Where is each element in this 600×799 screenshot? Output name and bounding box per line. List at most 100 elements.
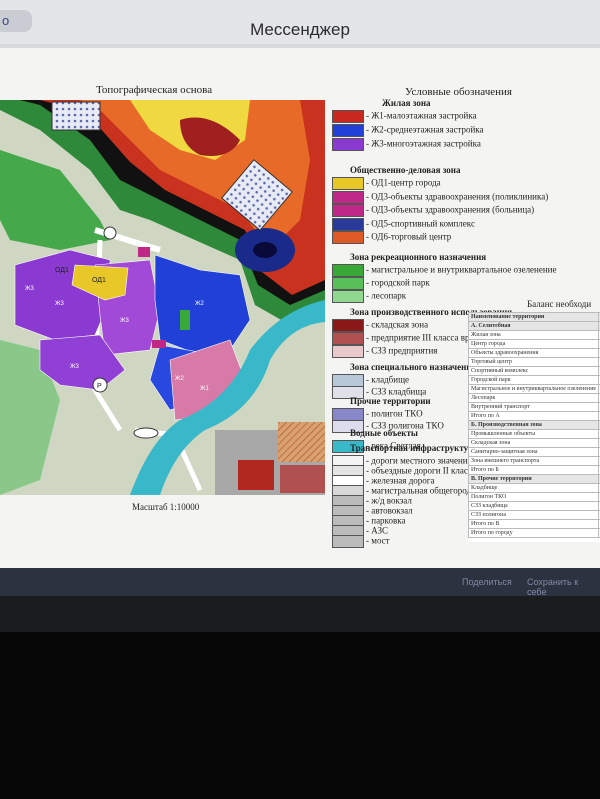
balance-row: Торговый центр0,2 — [468, 357, 600, 367]
legend-swatch — [332, 177, 364, 190]
balance-header-row: Наименование территории Б — [468, 312, 600, 322]
balance-row: Складская зона2,4 — [468, 438, 600, 448]
legend-label: - Ж3-многоэтажная застройка — [366, 138, 481, 149]
legend-swatch — [332, 124, 364, 137]
park-strip — [180, 310, 190, 330]
legend-swatch — [332, 277, 364, 290]
legend-label: - ОД1-центр города — [366, 177, 441, 188]
legend-label: - лесопарк — [366, 290, 407, 301]
legend-swatch — [332, 332, 364, 345]
legend-label: - ОД3-объекты здравоохранения (поликлини… — [366, 191, 549, 202]
balance-name-cell: В. Прочие территории — [468, 474, 600, 484]
bridge-icon — [133, 427, 159, 439]
balance-row: Спортивный комплекс0,3 — [468, 366, 600, 376]
legend-label: - Ж1-малоэтажная застройка — [366, 110, 477, 121]
balance-row: Промышленные объекты3,63 — [468, 429, 600, 439]
legend-swatch — [332, 204, 364, 217]
label-zh1: Ж1 — [200, 386, 210, 392]
legend-item: - Ж3-многоэтажная застройка — [332, 138, 481, 151]
legend-swatch — [332, 138, 364, 151]
top-bar: o Мессенджер — [0, 0, 600, 44]
balance-name-cell: Магистральное и внутриквартальное озелен… — [468, 384, 600, 394]
legend-item: - магистральное и внутриквартальное озел… — [332, 264, 557, 277]
balance-row: В. Прочие территории — [468, 474, 600, 484]
label-zh3-a: Ж3 — [25, 286, 35, 292]
balance-name-cell: Торговый центр — [468, 357, 600, 367]
balance-row: А. Селитебная — [468, 321, 600, 331]
legend-label: - ОД6-торговый центр — [366, 231, 452, 242]
legend-label: - ОД3-объекты здравоохранения (больница) — [366, 204, 535, 215]
legend-label: - мост — [366, 535, 390, 546]
legend-label: - магистральное и внутриквартальное озел… — [366, 264, 557, 275]
balance-row: Итого по А93,27 — [468, 411, 600, 421]
balance-row: Полигон ТКО4,86 — [468, 492, 600, 502]
balance-name-cell: Складская зона — [468, 438, 600, 448]
legend-section-title: Зона рекреационного назначения — [350, 252, 487, 262]
legend-swatch — [332, 217, 364, 231]
legend-label: - ОД5-спортивный комплекс — [366, 218, 475, 229]
legend-label: - городской парк — [366, 277, 430, 288]
legend-swatch — [332, 190, 364, 204]
legend-swatch — [332, 264, 364, 277]
balance-row: Центр города4,0 — [468, 339, 600, 349]
legend-item: - городской парк — [332, 277, 430, 290]
legend-swatch — [332, 290, 364, 303]
warehouse-zone — [238, 460, 274, 490]
legend-item: - складская зона — [332, 319, 428, 332]
balance-row: Санитарно-защитная зона25,83 — [468, 447, 600, 457]
share-button[interactable]: Поделиться — [462, 577, 512, 587]
balance-name-cell: Б. Производственная зона — [468, 420, 600, 430]
balance-row: Итого по Б38,83 — [468, 465, 600, 475]
legend-swatch — [332, 319, 364, 332]
balance-row: Жилая зона55 — [468, 330, 600, 340]
legend-item: - ОД1-центр города — [332, 177, 441, 190]
balance-row: СЗЗ кладбища10,01 — [468, 501, 600, 511]
balance-name-cell: Итого по Б — [468, 465, 600, 475]
legend-section-title: Зона специального назначения — [350, 362, 477, 372]
messenger-window: o Мессенджер Топографическая основа ОД1 … — [0, 0, 600, 632]
balance-name-cell: Итого по В — [468, 519, 600, 529]
balance-name-cell: Жилая зона — [468, 330, 600, 340]
legend-label: - полигон ТКО — [366, 408, 423, 419]
legend-label: - кладбище — [366, 374, 410, 385]
balance-name-cell: Внутренний транспорт — [468, 402, 600, 412]
balance-row: Итого по В32,7 — [468, 519, 600, 529]
balance-row: Б. Производственная зона — [468, 420, 600, 430]
balance-name-cell: Кладбище — [468, 483, 600, 493]
balance-name-cell: А. Селитебная — [468, 321, 600, 331]
legend-item: - мост — [332, 535, 390, 548]
legend-title: Условные обозначения — [405, 86, 512, 98]
save-button[interactable]: Сохранить к себе — [527, 577, 600, 597]
balance-name-cell: СЗЗ кладбища — [468, 501, 600, 511]
legend-section-title: Транспортная инфраструктура — [350, 443, 478, 453]
station-icon — [103, 226, 117, 240]
legend-item: - ОД3-объекты здравоохранения (поликлини… — [332, 190, 549, 204]
balance-row: Итого по городу254,84 — [468, 528, 600, 538]
balance-name-cell: СЗЗ полигона — [468, 510, 600, 520]
clinic-icon — [138, 247, 150, 257]
legend-section-title: Водные объекты — [350, 428, 418, 438]
app-title: Мессенджер — [250, 20, 350, 39]
legend-swatch — [332, 345, 364, 358]
balance-row: Внутренний транспорт6,38 — [468, 402, 600, 412]
balance-name-cell: Зона внешнего транспорта — [468, 456, 600, 466]
balance-name-cell: Итого по городу — [468, 528, 600, 538]
balance-name-cell: Санитарно-защитная зона — [468, 447, 600, 457]
balance-col-name: Наименование территории — [468, 312, 600, 322]
legend-item: - лесопарк — [332, 290, 406, 303]
balance-name-cell: Промышленные объекты — [468, 429, 600, 439]
balance-row: Лесопарк8,4 — [468, 393, 600, 403]
balance-row: Городской парк15 — [468, 375, 600, 385]
balance-name-cell: Центр города — [468, 339, 600, 349]
legend-section-title: Общественно-деловая зона — [350, 165, 461, 175]
label-zh2-b: Ж2 — [175, 376, 185, 382]
legend-swatch — [332, 110, 364, 123]
topographic-map: ОД1 ОД1 Ж3 Ж3 Ж3 Ж3 Ж2 Ж2 Ж1 P — [0, 100, 325, 495]
map-heading: Топографическая основа — [96, 84, 213, 96]
legend-label: - складская зона — [366, 319, 429, 330]
balance-name-cell: Лесопарк — [468, 393, 600, 403]
balance-row: СЗЗ полигона3,34 — [468, 510, 600, 520]
balance-name-cell: Полигон ТКО — [468, 492, 600, 502]
legend-item: - ОД6-торговый центр — [332, 231, 451, 244]
balance-row: Зона внешнего транспорта9,3 — [468, 456, 600, 466]
